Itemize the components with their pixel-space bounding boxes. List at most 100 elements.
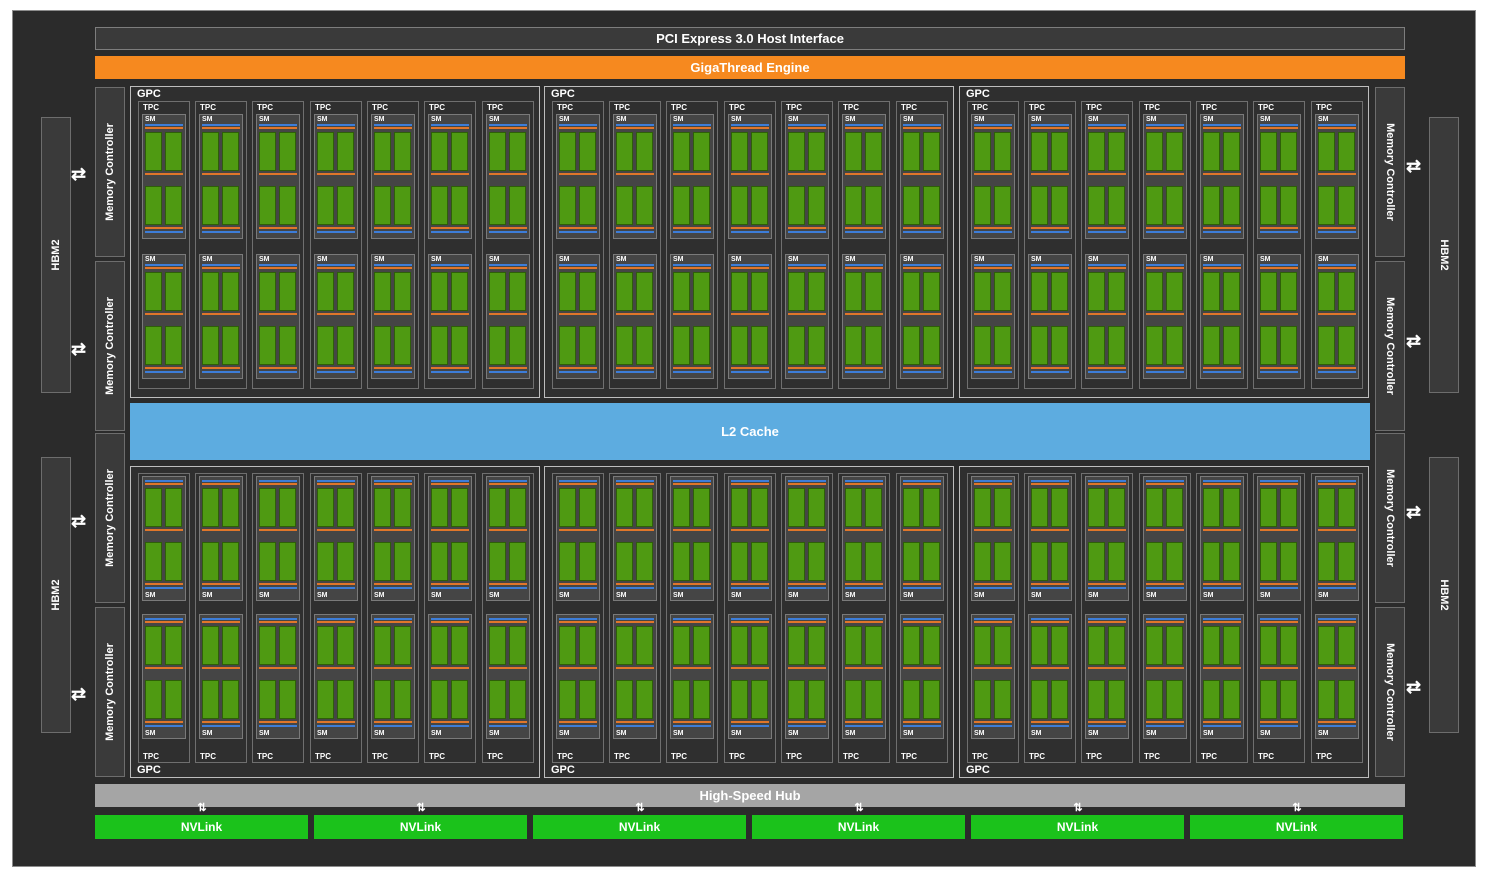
sm-dispatch-bar	[903, 529, 941, 531]
sm-instruction-cache-bar	[1031, 264, 1069, 266]
sm-l1-bar	[259, 587, 297, 589]
sm-core-block	[579, 542, 596, 581]
tpc-label: TPC	[1029, 752, 1045, 761]
sm-l1-bar	[145, 371, 183, 373]
sm-core-block	[222, 326, 239, 365]
sm-dispatch-bar	[317, 227, 355, 229]
sm-scheduler-bar	[559, 267, 597, 269]
sm-l1-bar	[1318, 725, 1356, 727]
sm-core-block	[1318, 488, 1335, 527]
sm-scheduler-bar	[845, 127, 883, 129]
tpc-label: TPC	[1201, 752, 1217, 761]
sm-core-block	[731, 680, 748, 719]
sm-dispatch-bar	[1146, 721, 1184, 723]
sm-core-block	[923, 326, 940, 365]
sm-block: SM	[199, 476, 243, 601]
sm-core-block	[751, 326, 768, 365]
sm-block: SM	[842, 476, 886, 601]
sm-instruction-cache-bar	[731, 124, 769, 126]
sm-label: SM	[1203, 592, 1214, 599]
sm-instruction-cache-bar	[374, 480, 412, 482]
sm-dispatch-bar	[974, 173, 1012, 175]
sm-label: SM	[374, 256, 385, 263]
sm-instruction-cache-bar	[202, 618, 240, 620]
memory-controller: Memory Controller	[95, 607, 125, 777]
sm-l1-bar	[616, 231, 654, 233]
sm-dispatch-bar	[673, 721, 711, 723]
bidirectional-arrow-icon: ⇄	[71, 339, 87, 359]
sm-dispatch-bar	[903, 667, 941, 669]
tpc-block: TPC SM SM	[1311, 101, 1363, 389]
sm-dispatch-bar	[788, 721, 826, 723]
bidirectional-arrow-icon: ⇅	[854, 802, 864, 814]
sm-block: SM	[1315, 254, 1359, 379]
sm-core-block	[165, 542, 182, 581]
sm-core-block	[259, 680, 276, 719]
sm-scheduler-bar	[374, 483, 412, 485]
memory-controller-label: Memory Controller	[104, 643, 116, 741]
sm-block: SM	[1028, 614, 1072, 739]
sm-dispatch-bar	[731, 313, 769, 315]
sm-core-block	[1223, 680, 1240, 719]
sm-scheduler-bar	[202, 621, 240, 623]
sm-scheduler-bar	[731, 483, 769, 485]
gpc-block: GPC TPC SM SM TPC SM SM TPC SM SM TPC SM SM TPC SM SM TP…	[544, 466, 954, 778]
sm-core-block	[673, 626, 690, 665]
tpc-label: TPC	[729, 752, 745, 761]
sm-core-block	[1318, 680, 1335, 719]
sm-core-block	[865, 272, 882, 311]
sm-core-block	[165, 488, 182, 527]
sm-dispatch-bar	[974, 667, 1012, 669]
sm-instruction-cache-bar	[374, 124, 412, 126]
sm-block: SM	[314, 614, 358, 739]
sm-core-block	[903, 542, 920, 581]
sm-dispatch-bar	[903, 227, 941, 229]
sm-l1-bar	[788, 371, 826, 373]
sm-l1-bar	[1088, 231, 1126, 233]
sm-block: SM	[900, 476, 944, 601]
sm-scheduler-bar	[1260, 267, 1298, 269]
sm-block: SM	[371, 614, 415, 739]
sm-core-block	[145, 326, 162, 365]
sm-core-block	[788, 132, 805, 171]
sm-l1-bar	[317, 231, 355, 233]
sm-label: SM	[317, 592, 328, 599]
sm-block: SM	[371, 476, 415, 601]
sm-instruction-cache-bar	[673, 264, 711, 266]
sm-core-block	[1031, 680, 1048, 719]
sm-core-block	[559, 132, 576, 171]
sm-scheduler-bar	[259, 267, 297, 269]
sm-dispatch-bar	[1088, 529, 1126, 531]
sm-core-block	[451, 680, 468, 719]
sm-instruction-cache-bar	[616, 480, 654, 482]
sm-label: SM	[145, 116, 156, 123]
sm-instruction-cache-bar	[1203, 264, 1241, 266]
sm-dispatch-bar	[1318, 227, 1356, 229]
sm-core-block	[145, 272, 162, 311]
sm-scheduler-bar	[489, 483, 527, 485]
sm-core-block	[202, 186, 219, 225]
tpc-block: TPC SM SM	[609, 101, 661, 389]
bidirectional-arrow-icon: ⇄	[71, 511, 87, 531]
sm-l1-bar	[1203, 725, 1241, 727]
sm-block: SM	[142, 254, 186, 379]
sm-core-block	[509, 626, 526, 665]
sm-core-block	[1260, 132, 1277, 171]
sm-core-block	[1280, 186, 1297, 225]
sm-block: SM	[256, 114, 300, 239]
bidirectional-arrow-icon: ⇄	[71, 684, 87, 704]
tpc-label: TPC	[901, 103, 917, 112]
sm-core-block	[1108, 272, 1125, 311]
sm-core-block	[202, 542, 219, 581]
sm-dispatch-bar	[489, 227, 527, 229]
sm-instruction-cache-bar	[845, 264, 883, 266]
sm-scheduler-bar	[202, 483, 240, 485]
sm-l1-bar	[974, 587, 1012, 589]
sm-core-block	[1146, 680, 1163, 719]
tpc-block: TPC SM SM	[195, 473, 247, 763]
sm-dispatch-bar	[1318, 667, 1356, 669]
sm-l1-bar	[1088, 371, 1126, 373]
sm-label: SM	[731, 730, 742, 737]
sm-dispatch-bar	[145, 367, 183, 369]
sm-instruction-cache-bar	[1031, 124, 1069, 126]
